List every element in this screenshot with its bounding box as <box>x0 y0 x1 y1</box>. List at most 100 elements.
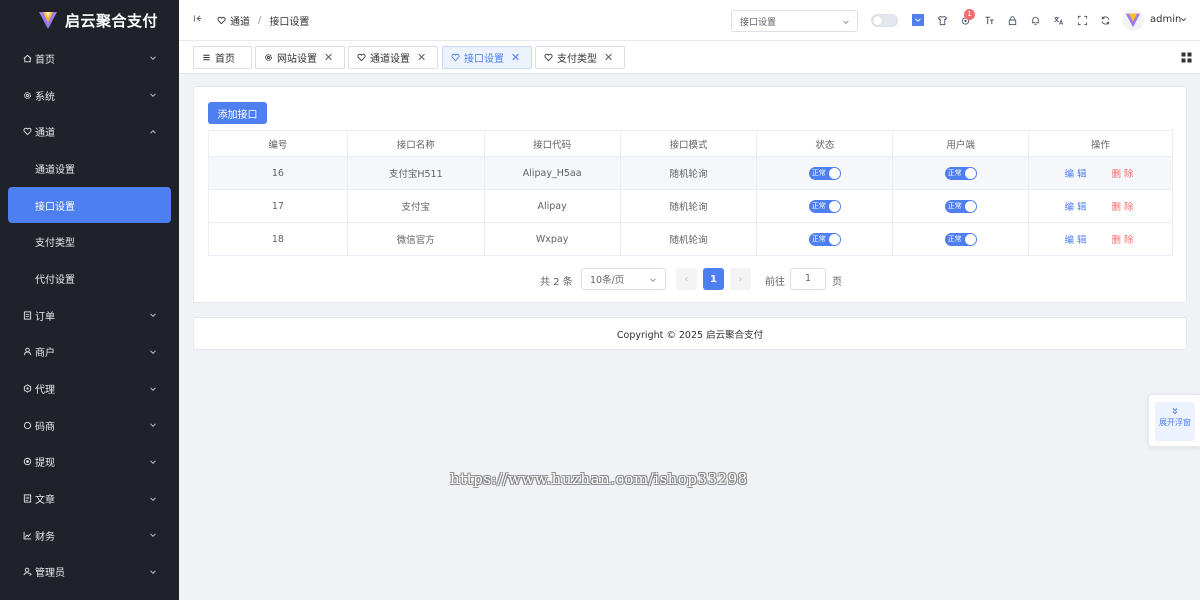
next-page-button[interactable]: › <box>730 268 751 290</box>
interface-list-card: 添加接口 编号 接口名称 接口代码 接口模式 状态 用户端 操作 16 支付宝H… <box>193 86 1187 303</box>
delete-button[interactable]: 删除 <box>1112 235 1137 246</box>
column-header: 接口名称 <box>347 130 485 157</box>
tab-payment-types[interactable]: 支付类型 ✕ <box>535 46 625 69</box>
add-interface-button[interactable]: 添加接口 <box>208 102 267 124</box>
theme-color-picker[interactable] <box>912 14 924 26</box>
home-icon <box>22 53 32 63</box>
sidebar-item-articles[interactable]: 文章 <box>0 480 179 517</box>
close-icon[interactable]: ✕ <box>324 51 333 64</box>
app-title: 启云聚合支付 <box>65 11 159 30</box>
cell-code: Alipay <box>484 189 621 223</box>
edit-button[interactable]: 编辑 <box>1065 169 1090 180</box>
tabs-bar: 首页 网站设置 ✕ 通道设置 ✕ 接口设置 ✕ 支付类型 ✕ <box>179 41 1200 74</box>
tab-label: 通道设置 <box>370 54 410 65</box>
bell-icon[interactable] <box>1029 14 1041 26</box>
chevron-down-icon <box>915 18 921 22</box>
table-row: 17 支付宝 Alipay 随机轮询 正常 正常 编辑 删除 <box>208 189 1173 223</box>
tab-channel-settings[interactable]: 通道设置 ✕ <box>348 46 438 69</box>
sidebar-item-payout-settings[interactable]: 代付设置 <box>0 260 179 297</box>
sidebar-item-merchants[interactable]: 商户 <box>0 334 179 371</box>
client-switch[interactable]: 正常 <box>944 166 977 180</box>
sidebar-item-code-merchants[interactable]: 码商 <box>0 407 179 444</box>
toggle-knob <box>873 16 882 25</box>
collapse-sidebar-icon[interactable] <box>193 14 207 26</box>
user-icon <box>22 347 32 357</box>
table-row: 16 支付宝H511 Alipay_H5aa 随机轮询 正常 正常 编辑 删除 <box>208 156 1173 190</box>
close-icon[interactable]: ✕ <box>511 51 520 64</box>
grid-icon[interactable] <box>1181 52 1192 63</box>
sidebar-item-channel-settings[interactable]: 通道设置 <box>0 150 179 187</box>
refresh-icon[interactable] <box>1099 14 1111 26</box>
status-switch[interactable]: 正常 <box>808 199 841 213</box>
cell-code: Wxpay <box>484 222 621 256</box>
edit-button[interactable]: 编辑 <box>1065 202 1090 213</box>
table-row: 18 微信官方 Wxpay 随机轮询 正常 正常 编辑 删除 <box>208 222 1173 256</box>
sidebar-item-withdraw[interactable]: 提现 <box>0 444 179 481</box>
tab-interface-settings[interactable]: 接口设置 ✕ <box>442 46 532 69</box>
prev-page-button[interactable]: ‹ <box>676 268 697 290</box>
expand-float-button[interactable]: 展开浮窗 <box>1155 402 1195 441</box>
sidebar-item-label: 支付类型 <box>35 238 75 250</box>
switch-knob <box>964 200 976 212</box>
chevron-down-icon[interactable] <box>1180 16 1187 23</box>
column-header: 状态 <box>756 130 894 157</box>
sidebar-item-channel[interactable]: 通道 <box>0 113 179 150</box>
column-header: 接口模式 <box>620 130 758 157</box>
shirt-icon[interactable] <box>936 14 948 26</box>
double-chevron-down-icon <box>1172 408 1178 415</box>
chevron-down-icon <box>150 533 156 538</box>
font-size-icon[interactable] <box>983 14 995 26</box>
edit-button[interactable]: 编辑 <box>1065 235 1090 246</box>
switch-label: 正常 <box>811 168 826 177</box>
withdraw-icon <box>22 457 32 467</box>
pagination: 共 2 条 10条/页 ‹ 1 › 前往 1 页 <box>194 268 1186 290</box>
heart-icon <box>451 53 460 62</box>
logo[interactable]: 启云聚合支付 <box>0 0 179 40</box>
goto-page-input[interactable]: 1 <box>790 268 826 290</box>
heart-icon <box>217 16 226 24</box>
sidebar-item-agents[interactable]: 代理 <box>0 370 179 407</box>
tab-home[interactable]: 首页 <box>193 46 252 69</box>
cell-mode: 随机轮询 <box>620 156 758 190</box>
sidebar-item-admins[interactable]: 管理员 <box>0 554 179 591</box>
sidebar-item-system[interactable]: 系统 <box>0 77 179 114</box>
page-number-button[interactable]: 1 <box>703 268 724 290</box>
switch-knob <box>964 167 976 179</box>
status-switch[interactable]: 正常 <box>808 166 841 180</box>
sidebar-item-finance[interactable]: 财务 <box>0 517 179 554</box>
sidebar-item-label: 码商 <box>35 421 55 433</box>
close-icon[interactable]: ✕ <box>417 51 426 64</box>
sidebar-item-label: 通道 <box>35 128 55 140</box>
fullscreen-icon[interactable] <box>1076 14 1088 26</box>
lock-icon[interactable] <box>1006 14 1018 26</box>
tab-site-settings[interactable]: 网站设置 ✕ <box>255 46 345 69</box>
sidebar-item-orders[interactable]: 订单 <box>0 297 179 334</box>
status-switch[interactable]: 正常 <box>808 232 841 246</box>
delete-button[interactable]: 删除 <box>1112 202 1137 213</box>
dark-mode-toggle[interactable] <box>871 14 898 27</box>
breadcrumb-item[interactable]: 通道 <box>230 13 250 28</box>
client-switch[interactable]: 正常 <box>944 232 977 246</box>
cell-id: 17 <box>208 189 348 223</box>
column-header: 编号 <box>208 130 348 157</box>
watermark-text: https://www.huzhan.com/ishop33298 <box>450 470 748 488</box>
cell-client: 正常 <box>892 156 1030 190</box>
delete-button[interactable]: 删除 <box>1112 169 1137 180</box>
sidebar-item-payment-type[interactable]: 支付类型 <box>0 223 179 260</box>
cell-actions: 编辑 删除 <box>1028 189 1173 223</box>
menu-search-select[interactable]: 接口设置 <box>731 10 858 32</box>
chart-icon <box>22 530 32 540</box>
sidebar-item-label: 系统 <box>35 91 55 103</box>
sidebar-item-label: 首页 <box>35 54 55 66</box>
sidebar-item-interface-settings[interactable]: 接口设置 <box>8 186 171 224</box>
close-icon[interactable]: ✕ <box>604 51 613 64</box>
cell-mode: 随机轮询 <box>620 222 758 256</box>
cell-actions: 编辑 删除 <box>1028 222 1173 256</box>
user-name[interactable]: admin <box>1150 14 1181 25</box>
translate-icon[interactable] <box>1052 14 1064 26</box>
admin-icon <box>22 567 32 577</box>
client-switch[interactable]: 正常 <box>944 199 977 213</box>
sidebar-item-home[interactable]: 首页 <box>0 40 179 77</box>
page-size-select[interactable]: 10条/页 <box>581 268 666 290</box>
avatar[interactable] <box>1122 9 1144 31</box>
